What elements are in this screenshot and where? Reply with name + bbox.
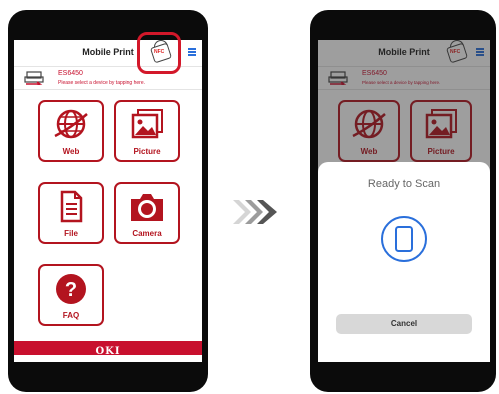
phone-scan-icon: [381, 216, 427, 262]
file-icon: [60, 190, 83, 223]
faq-question-icon: ?: [56, 274, 86, 304]
device-hint: Please select a device by tapping here.: [58, 80, 145, 86]
brand-footer: OKI: [14, 341, 202, 357]
tile-web[interactable]: Web: [38, 100, 104, 162]
tile-label: FAQ: [62, 311, 80, 320]
tile-faq[interactable]: ? FAQ: [38, 264, 104, 326]
tile-label: Camera: [132, 229, 162, 238]
tile-label: Picture: [133, 147, 161, 156]
phone-before: Mobile Print NFC ES6450 Please select a …: [8, 10, 208, 392]
web-globe-icon: [54, 109, 88, 139]
tile-label: Web: [62, 147, 80, 156]
tile-picture[interactable]: Picture: [114, 100, 180, 162]
phone-after: Mobile Print NFC ES6450 Please select a …: [310, 10, 496, 392]
cancel-button[interactable]: Cancel: [336, 314, 472, 334]
device-name: ES6450: [58, 70, 83, 77]
printer-icon: [24, 71, 44, 85]
triple-chevron-right-icon: [233, 200, 277, 224]
brand-logo: OKI: [95, 346, 121, 357]
tile-file[interactable]: File: [38, 182, 104, 244]
picture-icon: [131, 109, 163, 139]
app-screen-after: Mobile Print NFC ES6450 Please select a …: [318, 40, 490, 362]
tile-label: File: [64, 229, 78, 238]
svg-text:?: ?: [65, 279, 77, 301]
camera-icon: [131, 194, 163, 221]
scan-title: Ready to Scan: [367, 178, 441, 190]
tile-camera[interactable]: Camera: [114, 182, 180, 244]
ready-to-scan-sheet: Ready to Scan Cancel: [318, 162, 490, 362]
app-screen-before: Mobile Print NFC ES6450 Please select a …: [14, 40, 202, 362]
menu-icon[interactable]: [188, 48, 196, 56]
nfc-highlight-ring: [137, 32, 181, 74]
